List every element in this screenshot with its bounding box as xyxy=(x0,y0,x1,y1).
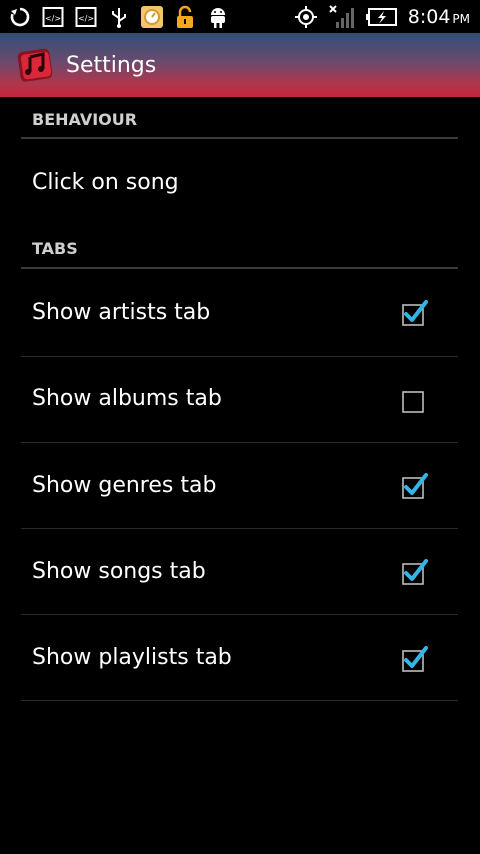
pref-label-songs[interactable]: Show songs tab xyxy=(32,559,206,584)
row-divider xyxy=(21,442,458,443)
battery-charging-icon xyxy=(365,5,398,29)
checkbox-show-playlists[interactable] xyxy=(402,646,428,672)
notification-icons: </> </> xyxy=(0,0,230,33)
code-icon: </> xyxy=(41,5,65,29)
android-icon xyxy=(206,5,230,29)
pref-label-playlists[interactable]: Show playlists tab xyxy=(32,645,232,670)
unlock-icon xyxy=(173,5,197,29)
pref-click-on-song[interactable]: Click on song xyxy=(32,170,179,195)
page-title: Settings xyxy=(66,52,157,78)
row-divider xyxy=(21,614,458,615)
system-icons: 8:04 PM xyxy=(294,0,480,33)
code-icon: </> xyxy=(74,5,98,29)
pref-label-albums[interactable]: Show albums tab xyxy=(32,386,222,411)
checkbox-show-songs[interactable] xyxy=(402,559,428,585)
svg-text:</>: </> xyxy=(45,14,61,23)
pref-label-artists[interactable]: Show artists tab xyxy=(32,300,210,325)
row-divider xyxy=(21,356,458,357)
usb-icon xyxy=(107,5,131,29)
pref-label-genres[interactable]: Show genres tab xyxy=(32,473,216,498)
checkbox-show-albums[interactable] xyxy=(402,389,424,413)
app-logo-icon[interactable] xyxy=(16,45,56,85)
status-bar: </> </> 8:04 PM xyxy=(0,0,480,33)
row-divider xyxy=(21,700,458,701)
row-divider xyxy=(21,528,458,529)
action-bar: Settings xyxy=(0,33,480,97)
clock-app-icon xyxy=(140,5,164,29)
sync-icon xyxy=(8,5,32,29)
status-clock: 8:04 PM xyxy=(407,5,470,28)
gps-icon xyxy=(294,5,318,29)
category-title-tabs: TABS xyxy=(32,239,78,258)
category-title-behaviour: BEHAVIOUR xyxy=(32,110,138,129)
checkbox-show-artists[interactable] xyxy=(402,300,428,326)
signal-icon xyxy=(328,4,356,29)
category-divider xyxy=(21,137,458,139)
svg-text:</>: </> xyxy=(78,14,94,23)
checkbox-show-genres[interactable] xyxy=(402,473,428,499)
category-divider xyxy=(21,267,458,269)
